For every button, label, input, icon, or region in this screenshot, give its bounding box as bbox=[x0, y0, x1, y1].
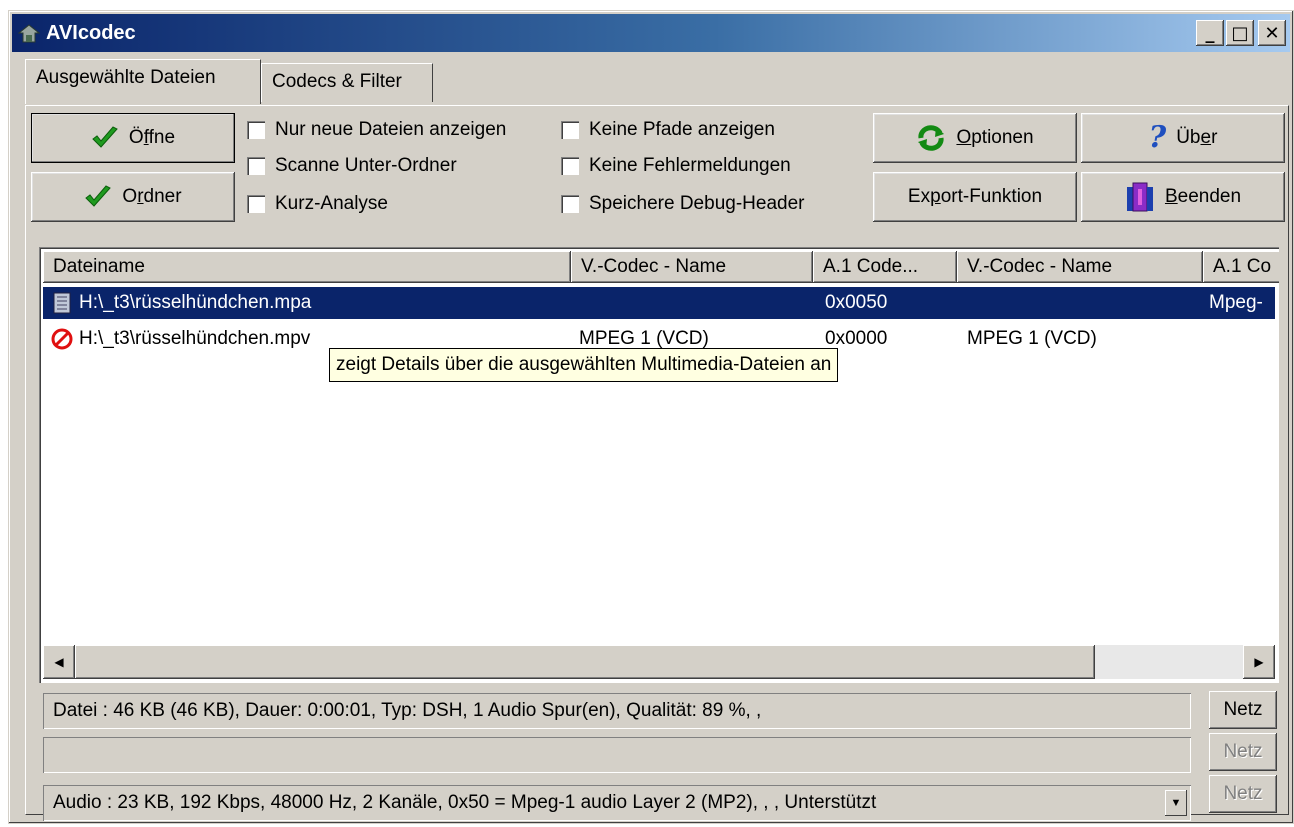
netz-label: Netz bbox=[1223, 741, 1263, 762]
tab-ausgewaehlte-dateien[interactable]: Ausgewählte Dateien bbox=[25, 59, 261, 104]
netz-label: Netz bbox=[1223, 783, 1263, 804]
scroll-right-button[interactable]: ▶ bbox=[1243, 645, 1275, 679]
checkmark-icon bbox=[92, 126, 118, 148]
video-info-line bbox=[43, 737, 1191, 773]
export-button[interactable]: Export-Funktion bbox=[873, 172, 1077, 222]
column-header-vcodec-name[interactable]: V.-Codec - Name bbox=[571, 251, 813, 283]
options-button[interactable]: Optionen bbox=[873, 113, 1077, 163]
table-row[interactable]: H:\_t3\rüsselhündchen.mpa 0x0050 Mpeg- bbox=[43, 287, 1275, 319]
netz-label: Netz bbox=[1223, 699, 1263, 720]
tab-label: Codecs & Filter bbox=[272, 71, 402, 92]
scroll-left-button[interactable]: ◀ bbox=[43, 645, 75, 679]
column-header-vcodec-name-2[interactable]: V.-Codec - Name bbox=[957, 251, 1203, 283]
tab-codecs-filter[interactable]: Codecs & Filter bbox=[261, 63, 433, 102]
cell-vcodec bbox=[579, 287, 809, 319]
list-header: Dateiname V.-Codec - Name A.1 Code... V.… bbox=[43, 251, 1279, 283]
export-button-label: Export-Funktion bbox=[907, 186, 1043, 207]
no-paths-checkbox[interactable]: Keine Pfade anzeigen bbox=[561, 119, 775, 141]
cell-vcodec2: MPEG 1 (VCD) bbox=[967, 328, 1097, 349]
refresh-icon bbox=[918, 125, 945, 151]
quit-button[interactable]: Beenden bbox=[1081, 172, 1285, 222]
checkmark-icon bbox=[85, 185, 112, 207]
error-icon bbox=[51, 328, 73, 350]
checkbox-box[interactable] bbox=[247, 195, 265, 213]
maximize-button[interactable]: □ bbox=[1226, 20, 1254, 46]
netz-button-file[interactable]: Netz bbox=[1209, 691, 1277, 729]
checkbox-box[interactable] bbox=[561, 195, 579, 213]
scan-subfolders-checkbox[interactable]: Scanne Unter-Ordner bbox=[247, 155, 457, 177]
column-header-dateiname[interactable]: Dateiname bbox=[43, 251, 571, 283]
no-errors-checkbox[interactable]: Keine Fehlermeldungen bbox=[561, 155, 791, 177]
audio-info-line[interactable]: Audio : 23 KB, 192 Kbps, 48000 Hz, 2 Kan… bbox=[43, 785, 1191, 821]
horizontal-scrollbar[interactable]: ◀ ▶ bbox=[43, 645, 1275, 679]
maximize-icon: □ bbox=[1231, 22, 1249, 44]
minimize-icon: _ bbox=[1205, 22, 1215, 44]
about-button[interactable]: ? Über bbox=[1081, 113, 1285, 163]
app-window: AVIcodec _ □ ✕ Ausgewählte Dateien Codec… bbox=[8, 10, 1294, 824]
checkbox-label: Nur neue Dateien anzeigen bbox=[275, 119, 507, 140]
cell-a1 bbox=[1209, 323, 1275, 355]
question-icon: ? bbox=[1148, 120, 1167, 155]
cell-a1code: 0x0000 bbox=[825, 328, 888, 349]
minimize-button[interactable]: _ bbox=[1196, 20, 1224, 46]
app-icon bbox=[18, 24, 40, 43]
cell-a1: Mpeg- bbox=[1209, 292, 1263, 313]
file-info-line: Datei : 46 KB (46 KB), Dauer: 0:00:01, T… bbox=[43, 693, 1191, 729]
title-bar[interactable]: AVIcodec _ □ ✕ bbox=[12, 14, 1290, 52]
checkbox-label: Kurz-Analyse bbox=[275, 193, 388, 214]
folder-button-label: Ordner bbox=[122, 186, 182, 207]
cell-filename: H:\_t3\rüsselhündchen.mpa bbox=[79, 292, 312, 313]
column-header-a1-code[interactable]: A.1 Code... bbox=[813, 251, 957, 283]
close-button[interactable]: ✕ bbox=[1258, 20, 1286, 46]
about-button-label: Über bbox=[1176, 127, 1218, 148]
checkbox-label: Keine Fehlermeldungen bbox=[589, 155, 791, 176]
cell-a1code: 0x0050 bbox=[825, 292, 888, 313]
options-button-label: Optionen bbox=[956, 127, 1034, 148]
open-button[interactable]: Öffne bbox=[31, 113, 235, 163]
tooltip: zeigt Details über die ausgewählten Mult… bbox=[329, 348, 839, 382]
open-button-label: Öffne bbox=[128, 127, 176, 148]
tab-label: Ausgewählte Dateien bbox=[36, 67, 216, 88]
checkbox-label: Scanne Unter-Ordner bbox=[275, 155, 457, 176]
arrow-right-icon: ▶ bbox=[1254, 655, 1264, 669]
window-title: AVIcodec bbox=[46, 22, 136, 44]
checkbox-box[interactable] bbox=[561, 157, 579, 175]
netz-button-video[interactable]: Netz bbox=[1209, 733, 1277, 771]
audio-dropdown-button[interactable]: ▼ bbox=[1165, 790, 1187, 816]
checkbox-box[interactable] bbox=[247, 157, 265, 175]
audio-file-icon bbox=[53, 292, 71, 314]
checkbox-label: Speichere Debug-Header bbox=[589, 193, 805, 214]
checkbox-box[interactable] bbox=[561, 121, 579, 139]
exit-door-icon bbox=[1126, 182, 1153, 212]
only-new-files-checkbox[interactable]: Nur neue Dateien anzeigen bbox=[247, 119, 506, 141]
short-analysis-checkbox[interactable]: Kurz-Analyse bbox=[247, 193, 388, 215]
checkbox-label: Keine Pfade anzeigen bbox=[589, 119, 775, 140]
column-header-a1-co[interactable]: A.1 Co bbox=[1203, 251, 1279, 283]
cell-vcodec2 bbox=[967, 287, 1197, 319]
file-list[interactable]: Dateiname V.-Codec - Name A.1 Code... V.… bbox=[39, 247, 1279, 683]
chevron-down-icon: ▼ bbox=[1170, 797, 1182, 809]
scrollbar-thumb[interactable] bbox=[75, 645, 1095, 679]
debug-header-checkbox[interactable]: Speichere Debug-Header bbox=[561, 193, 804, 215]
quit-button-label: Beenden bbox=[1164, 186, 1242, 207]
arrow-left-icon: ◀ bbox=[54, 655, 64, 669]
checkbox-box[interactable] bbox=[247, 121, 265, 139]
close-icon: ✕ bbox=[1264, 22, 1280, 44]
folder-button[interactable]: Ordner bbox=[31, 172, 235, 222]
netz-button-audio[interactable]: Netz bbox=[1209, 775, 1277, 813]
